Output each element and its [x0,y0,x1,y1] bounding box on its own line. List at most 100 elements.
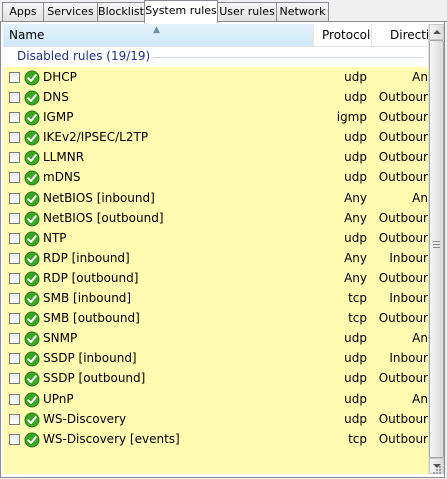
tab-system-rules[interactable]: System rules [144,0,218,23]
rule-protocol: tcp [348,311,367,326]
rule-checkbox[interactable] [9,272,20,284]
table-row[interactable]: IKEv2/IPSEC/L2TP udp Outbour [3,128,428,149]
green-check-icon [24,251,40,267]
rule-direction: Outbour [378,270,428,285]
rule-protocol: udp [344,411,367,426]
table-row[interactable]: WS-Discovery udp Outbour [3,409,428,430]
scroll-up-button[interactable] [429,24,444,40]
tab-user-rules[interactable]: User rules [217,2,277,21]
table-row[interactable]: RDP [inbound] Any Inbour [3,248,428,269]
rule-checkbox[interactable] [9,132,20,144]
rule-direction: Inbour [389,250,428,265]
rule-name: WS-Discovery [43,411,127,426]
rule-checkbox[interactable] [9,313,20,325]
table-row[interactable]: SNMP udp An [3,329,428,350]
rule-direction: An [412,70,428,84]
rule-direction: Inbour [389,291,428,306]
column-protocol-label: Protocol [322,28,371,42]
column-header-protocol[interactable]: Protocol [314,24,372,46]
table-row[interactable]: SSDP [outbound] udp Outbour [3,369,428,390]
vertical-scrollbar[interactable] [428,24,444,474]
table-row[interactable]: LLMNR udp Outbour [3,148,428,169]
scroll-thumb[interactable] [429,40,444,458]
rule-checkbox[interactable] [9,72,20,83]
system-rules-panel: ▲ Name Protocol Directio Disabled rules … [0,22,445,478]
rule-direction: Inbour [389,351,428,366]
rule-name: RDP [outbound] [43,270,139,285]
list-header: ▲ Name Protocol Directio [3,24,428,47]
table-row[interactable]: WS-Discovery [events] tcp Outbour [3,429,428,450]
green-check-icon [24,170,40,186]
rule-protocol: udp [344,331,367,346]
rule-name: NTP [43,230,67,245]
rule-checkbox[interactable] [9,172,20,184]
rule-direction: Outbour [378,371,428,386]
rule-checkbox[interactable] [9,112,20,124]
rule-checkbox[interactable] [9,413,20,425]
rule-protocol: igmp [336,110,367,125]
rule-checkbox[interactable] [9,333,20,345]
green-check-icon [24,392,40,407]
rule-direction: Outbour [378,411,428,426]
group-header-disabled[interactable]: Disabled rules (19/19) [3,47,428,67]
rule-direction: Outbour [378,130,428,145]
column-header-name[interactable]: ▲ Name [3,24,314,46]
green-check-icon [24,311,40,327]
rule-checkbox[interactable] [9,212,20,224]
rule-direction: Outbour [378,110,428,125]
column-header-direction[interactable]: Directio [372,24,428,46]
table-row[interactable]: IGMP igmp Outbour [3,108,428,129]
green-check-icon [24,432,40,448]
column-direction-label: Directio [390,28,428,42]
rule-checkbox[interactable] [9,152,20,164]
tab-blocklist[interactable]: Blocklist [97,2,145,21]
rule-checkbox[interactable] [9,252,20,264]
rule-checkbox[interactable] [9,92,20,104]
rule-checkbox[interactable] [9,433,20,445]
green-check-icon [24,150,40,166]
rule-checkbox[interactable] [9,353,20,365]
table-row[interactable]: NetBIOS [outbound] Any Outbour [3,208,428,229]
green-check-icon [24,130,40,146]
table-row[interactable]: NTP udp Outbour [3,228,428,249]
rule-name: IGMP [43,110,74,125]
rule-name: DHCP [43,70,77,84]
rule-checkbox[interactable] [9,192,20,204]
table-row[interactable]: RDP [outbound] Any Outbour [3,268,428,290]
green-check-icon [24,351,40,367]
rule-checkbox[interactable] [9,293,20,305]
rule-name: SMB [outbound] [43,311,140,326]
green-check-icon [24,90,40,106]
rule-checkbox[interactable] [9,232,20,244]
rule-protocol: udp [344,170,367,185]
tab-apps[interactable]: Apps [2,2,44,21]
tab-strip: Apps Services Blocklist System rules Use… [0,0,447,23]
resize-grip-icon[interactable] [430,463,442,475]
rule-direction: An [412,391,428,406]
table-row[interactable]: SMB [outbound] tcp Outbour [3,309,428,330]
rule-protocol: Any [344,190,367,205]
rule-protocol: Any [344,250,367,265]
table-row[interactable]: mDNS udp Outbour [3,168,428,189]
rule-name: SMB [inbound] [43,291,132,306]
tab-network[interactable]: Network [276,2,329,21]
tab-services[interactable]: Services [43,2,98,21]
table-row[interactable]: DHCP udp An [3,68,428,89]
table-row[interactable]: SSDP [inbound] udp Inbour [3,349,428,370]
rule-protocol: udp [344,70,367,84]
table-row[interactable]: DNS udp Outbour [3,88,428,109]
table-row[interactable]: UPnP udp An [3,389,428,410]
rule-checkbox[interactable] [9,393,20,405]
rule-name: WS-Discovery [events] [43,431,180,446]
rule-direction: Outbour [378,230,428,245]
green-check-icon [24,412,40,428]
table-row[interactable]: SMB [inbound] tcp Inbour [3,289,428,310]
green-check-icon [24,211,40,227]
rule-name: DNS [43,90,69,105]
rule-name: LLMNR [43,150,85,165]
rule-direction: Outbour [378,90,428,105]
rule-checkbox[interactable] [9,373,20,385]
table-row[interactable]: NetBIOS [inbound] Any An [3,188,428,209]
green-check-icon [24,291,40,307]
sort-ascending-icon: ▲ [153,25,160,35]
